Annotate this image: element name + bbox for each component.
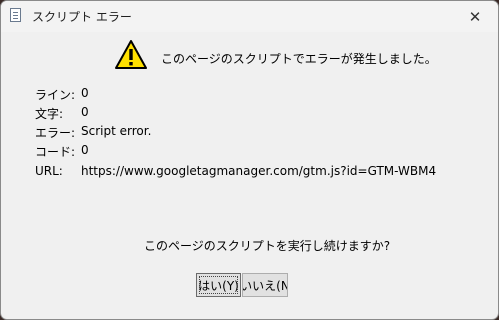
error-label: エラー: — [35, 126, 76, 140]
char-label: 文字: — [35, 107, 64, 121]
code-label: コード: — [35, 145, 76, 159]
error-value: Script error. — [81, 124, 152, 138]
warning-icon — [115, 40, 147, 69]
no-button[interactable]: いいえ(N — [242, 273, 288, 297]
url-label: URL: — [35, 164, 63, 178]
code-value: 0 — [81, 143, 89, 157]
url-value: https://www.googletagmanager.com/gtm.js?… — [81, 164, 437, 178]
close-button[interactable]: ✕ — [452, 1, 498, 32]
title-bar: スクリプト エラー ✕ — [1, 1, 498, 32]
error-dialog-window: スクリプト エラー ✕ このページのスクリプトでエラーが発生しました。 ライン:… — [0, 0, 499, 320]
line-label: ライン: — [35, 88, 76, 102]
line-value: 0 — [81, 86, 89, 100]
document-icon — [10, 8, 21, 22]
char-value: 0 — [81, 105, 89, 119]
yes-button[interactable]: はい(Y) — [196, 273, 241, 297]
continue-question: このページのスクリプトを実行し続けますか? — [144, 239, 391, 253]
error-headline: このページのスクリプトでエラーが発生しました。 — [161, 52, 437, 66]
window-title: スクリプト エラー — [32, 10, 132, 24]
